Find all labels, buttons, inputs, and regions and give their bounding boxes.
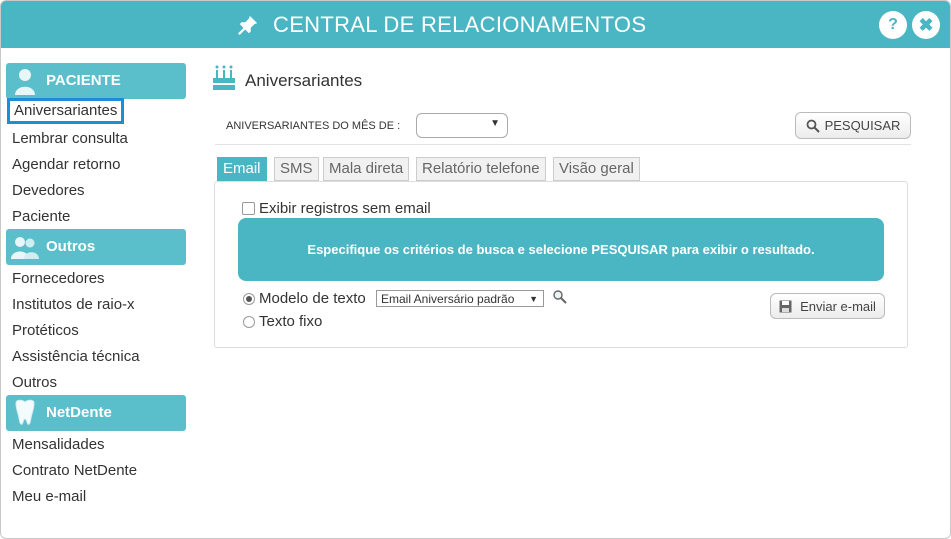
tooth-icon xyxy=(15,399,35,425)
patient-icon xyxy=(15,69,35,95)
tab-email[interactable]: Email xyxy=(217,157,267,181)
sidebar-section-paciente: PACIENTE xyxy=(6,63,186,99)
search-icon xyxy=(806,119,820,133)
help-button[interactable]: ? xyxy=(879,11,907,39)
sidebar-item-outros[interactable]: Outros xyxy=(12,374,57,391)
sidebar-item-assistencia[interactable]: Assistência técnica xyxy=(12,348,140,365)
tab-visao-geral[interactable]: Visão geral xyxy=(553,157,640,181)
sidebar-item-devedores[interactable]: Devedores xyxy=(12,182,85,199)
chevron-down-icon: ▼ xyxy=(490,118,500,129)
tab-sms[interactable]: SMS xyxy=(274,157,319,181)
sidebar-item-aniversariantes[interactable]: Aniversariantes xyxy=(7,98,125,124)
info-message-text: Especifique os critérios de busca e sele… xyxy=(307,242,815,257)
show-without-email-checkbox[interactable] xyxy=(242,202,255,215)
sidebar-item-contrato[interactable]: Contrato NetDente xyxy=(12,462,137,479)
template-value: Email Aniversário padrão xyxy=(381,292,515,306)
sidebar-section-outros: Outros xyxy=(6,229,186,265)
template-radio[interactable] xyxy=(243,293,255,305)
title-group: CENTRAL DE RELACIONAMENTOS xyxy=(237,11,646,39)
search-button-label: PESQUISAR xyxy=(824,118,901,133)
send-email-label: Enviar e-mail xyxy=(800,298,876,314)
sidebar-item-proteticos[interactable]: Protéticos xyxy=(12,322,79,339)
search-button[interactable]: PESQUISAR xyxy=(795,112,911,139)
month-filter-label: ANIVERSARIANTES DO MÊS DE : xyxy=(226,120,401,132)
sidebar-item-agendar-retorno[interactable]: Agendar retorno xyxy=(12,156,120,173)
divider xyxy=(215,144,911,145)
month-select[interactable]: ▼ xyxy=(416,113,508,138)
sidebar-item-meu-email[interactable]: Meu e-mail xyxy=(12,488,86,505)
sidebar-item-fornecedores[interactable]: Fornecedores xyxy=(12,270,105,287)
template-search-icon[interactable] xyxy=(552,289,568,305)
close-button[interactable]: ✖ xyxy=(912,11,940,39)
section-label: PACIENTE xyxy=(46,72,121,89)
cake-icon xyxy=(213,65,235,90)
sidebar-item-mensalidades[interactable]: Mensalidades xyxy=(12,436,105,453)
people-icon xyxy=(11,237,39,259)
fixed-text-radio-label: Texto fixo xyxy=(259,313,323,330)
page-title: Aniversariantes xyxy=(245,71,363,90)
template-select[interactable]: Email Aniversário padrão ▼ xyxy=(376,290,544,307)
pin-icon xyxy=(238,15,258,35)
sidebar-item-paciente[interactable]: Paciente xyxy=(12,208,70,225)
help-icon: ? xyxy=(888,16,898,33)
tab-mala-direta[interactable]: Mala direta xyxy=(323,157,410,181)
send-email-button[interactable]: Enviar e-mail xyxy=(770,293,885,319)
section-label: NetDente xyxy=(46,404,112,421)
app-window: CENTRAL DE RELACIONAMENTOS ? ✖ PACIENTE … xyxy=(0,0,951,539)
close-icon: ✖ xyxy=(918,14,934,35)
template-radio-label: Modelo de texto xyxy=(259,290,366,307)
info-message: Especifique os critérios de busca e sele… xyxy=(238,218,884,281)
title-bar: CENTRAL DE RELACIONAMENTOS ? ✖ xyxy=(1,1,950,48)
show-without-email-label: Exibir registros sem email xyxy=(259,200,431,217)
chevron-down-icon: ▼ xyxy=(529,294,538,304)
section-label: Outros xyxy=(46,238,96,255)
fixed-text-radio[interactable] xyxy=(243,316,255,328)
tab-relatorio-telefone[interactable]: Relatório telefone xyxy=(416,157,546,181)
sidebar-section-netdente: NetDente xyxy=(6,395,186,431)
window-title: CENTRAL DE RELACIONAMENTOS xyxy=(273,12,647,37)
sidebar-item-institutos[interactable]: Institutos de raio-x xyxy=(12,296,135,313)
save-icon xyxy=(779,300,792,312)
sidebar-item-lembrar-consulta[interactable]: Lembrar consulta xyxy=(12,130,128,147)
